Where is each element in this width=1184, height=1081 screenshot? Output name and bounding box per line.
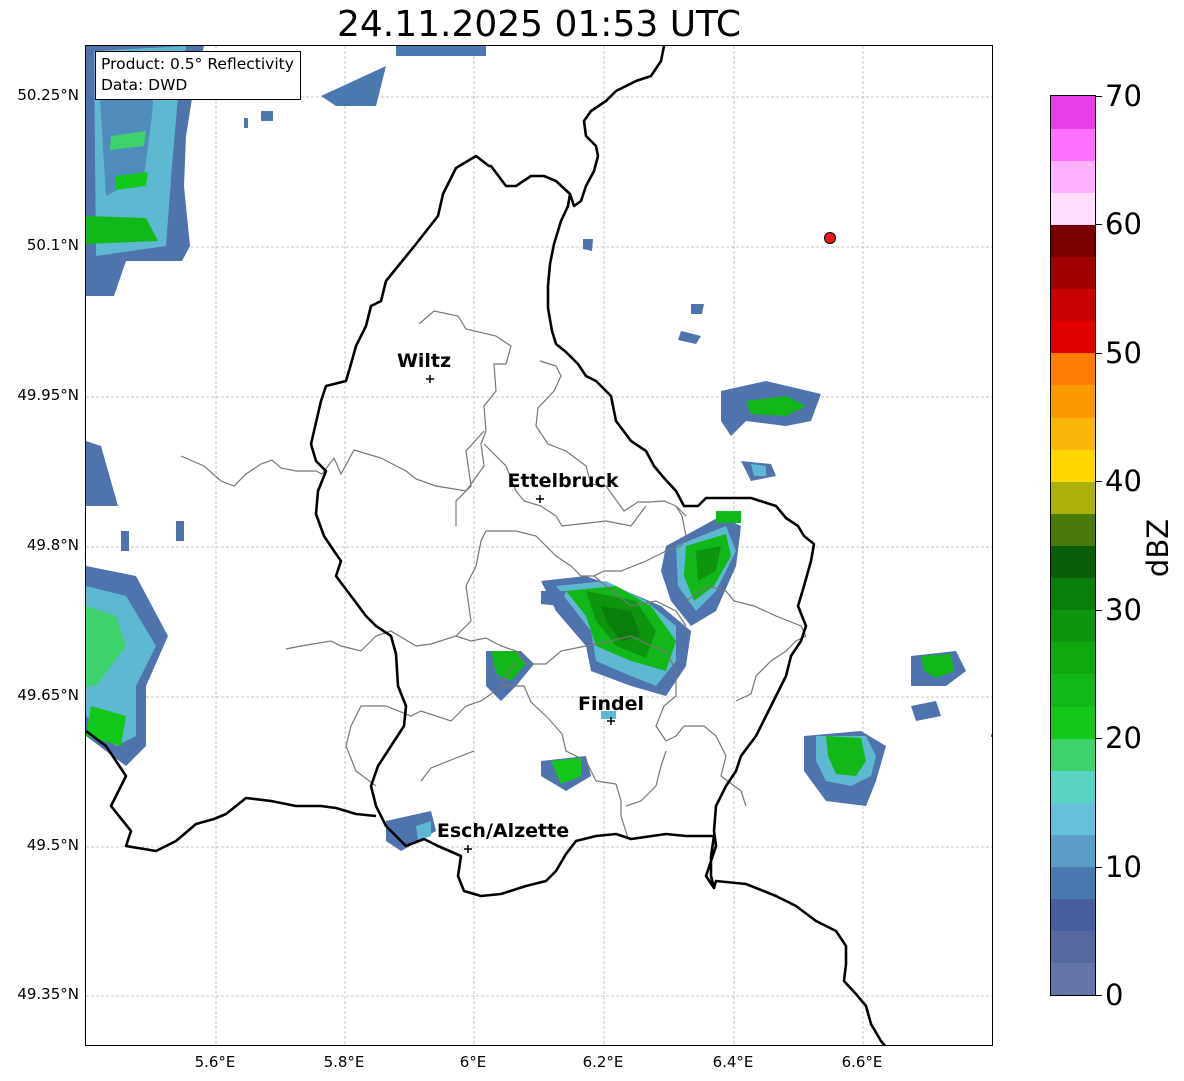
colorbar-segment — [1051, 962, 1095, 996]
colorbar-tick-label: 50 — [1105, 335, 1142, 370]
colorbar-segment — [1051, 417, 1095, 450]
colorbar-tick — [1096, 481, 1102, 483]
product-info-box: Product: 0.5° Reflectivity Data: DWD — [95, 51, 301, 100]
colorbar-segment — [1051, 898, 1095, 932]
lon-tick-label: 6.6°E — [841, 1053, 883, 1071]
colorbar-segment — [1051, 128, 1095, 161]
lon-tick-label: 6.4°E — [712, 1053, 754, 1071]
echo-cluster-west — [86, 441, 184, 766]
city-marker-ettelbruck — [536, 495, 544, 503]
city-label-wiltz: Wiltz — [396, 350, 452, 372]
colorbar-tick — [1096, 609, 1102, 611]
colorbar-segment — [1051, 192, 1095, 225]
colorbar-segment — [1051, 673, 1095, 707]
radar-map-canvas — [86, 46, 992, 1045]
colorbar-segment — [1051, 577, 1095, 611]
radar-map[interactable] — [85, 45, 993, 1046]
city-label-esch: Esch/Alzette — [436, 820, 570, 842]
colorbar-tick-label: 0 — [1105, 978, 1124, 1012]
colorbar-segment — [1051, 224, 1095, 258]
lat-tick-label: 50.25°N — [17, 86, 79, 104]
colorbar-segment — [1051, 609, 1095, 643]
city-label-ettelbruck: Ettelbruck — [507, 470, 619, 492]
colorbar-segment — [1051, 320, 1095, 354]
radar-site-marker — [824, 232, 836, 244]
map-title: 24.11.2025 01:53 UTC — [336, 4, 742, 45]
colorbar-segment — [1051, 641, 1095, 675]
colorbar-tick — [1096, 352, 1102, 354]
colorbar-segment — [1051, 930, 1095, 964]
colorbar-tick-label: 60 — [1105, 207, 1142, 242]
national-borders — [86, 46, 887, 1045]
lon-tick-label: 5.6°E — [194, 1053, 236, 1071]
echo-cluster-east — [661, 511, 741, 626]
colorbar-unit-label: dBZ — [1141, 518, 1175, 578]
lat-tick-label: 49.65°N — [17, 686, 79, 704]
colorbar-tick-label: 70 — [1105, 79, 1142, 113]
colorbar-segment — [1051, 834, 1095, 868]
lat-tick-label: 49.95°N — [17, 386, 79, 404]
lon-tick-label: 6°E — [459, 1053, 487, 1071]
colorbar-tick — [1096, 224, 1102, 226]
colorbar-segment — [1051, 513, 1095, 546]
map-gridlines — [86, 46, 992, 1045]
colorbar-segment — [1051, 384, 1095, 418]
product-info-line: Product: 0.5° Reflectivity — [101, 55, 294, 73]
colorbar-segment — [1051, 352, 1095, 386]
colorbar-segment — [1051, 449, 1095, 482]
lat-tick-label: 49.35°N — [17, 985, 79, 1003]
lon-tick-label: 5.8°E — [323, 1053, 365, 1071]
colorbar-tick-label: 40 — [1105, 464, 1142, 499]
colorbar-segment — [1051, 545, 1095, 579]
colorbar-tick — [1096, 738, 1102, 740]
city-marker-esch — [464, 845, 472, 853]
radar-echoes — [86, 46, 992, 851]
colorbar-segment — [1051, 866, 1095, 900]
colorbar — [1050, 95, 1096, 996]
city-label-findel: Findel — [577, 693, 645, 715]
colorbar-tick — [1096, 866, 1102, 868]
colorbar-segment — [1051, 256, 1095, 290]
lon-tick-label: 6.2°E — [582, 1053, 624, 1071]
colorbar-tick — [1096, 995, 1102, 996]
colorbar-segment — [1051, 160, 1095, 193]
lat-tick-label: 49.5°N — [26, 836, 79, 854]
colorbar-segment — [1051, 481, 1095, 514]
city-marker-wiltz — [426, 375, 434, 383]
lat-tick-label: 50.1°N — [26, 236, 79, 254]
colorbar-segment — [1051, 706, 1095, 739]
colorbar-tick-label: 30 — [1105, 592, 1142, 627]
colorbar-segment — [1051, 770, 1095, 803]
colorbar-tick-label: 10 — [1105, 849, 1142, 884]
colorbar-tick — [1096, 96, 1102, 97]
colorbar-segment — [1051, 738, 1095, 771]
lat-tick-label: 49.8°N — [26, 536, 79, 554]
colorbar-segment — [1051, 802, 1095, 835]
colorbar-segment — [1051, 288, 1095, 322]
data-source-line: Data: DWD — [101, 76, 188, 94]
colorbar-segment — [1051, 96, 1095, 129]
colorbar-tick-label: 20 — [1105, 721, 1142, 756]
